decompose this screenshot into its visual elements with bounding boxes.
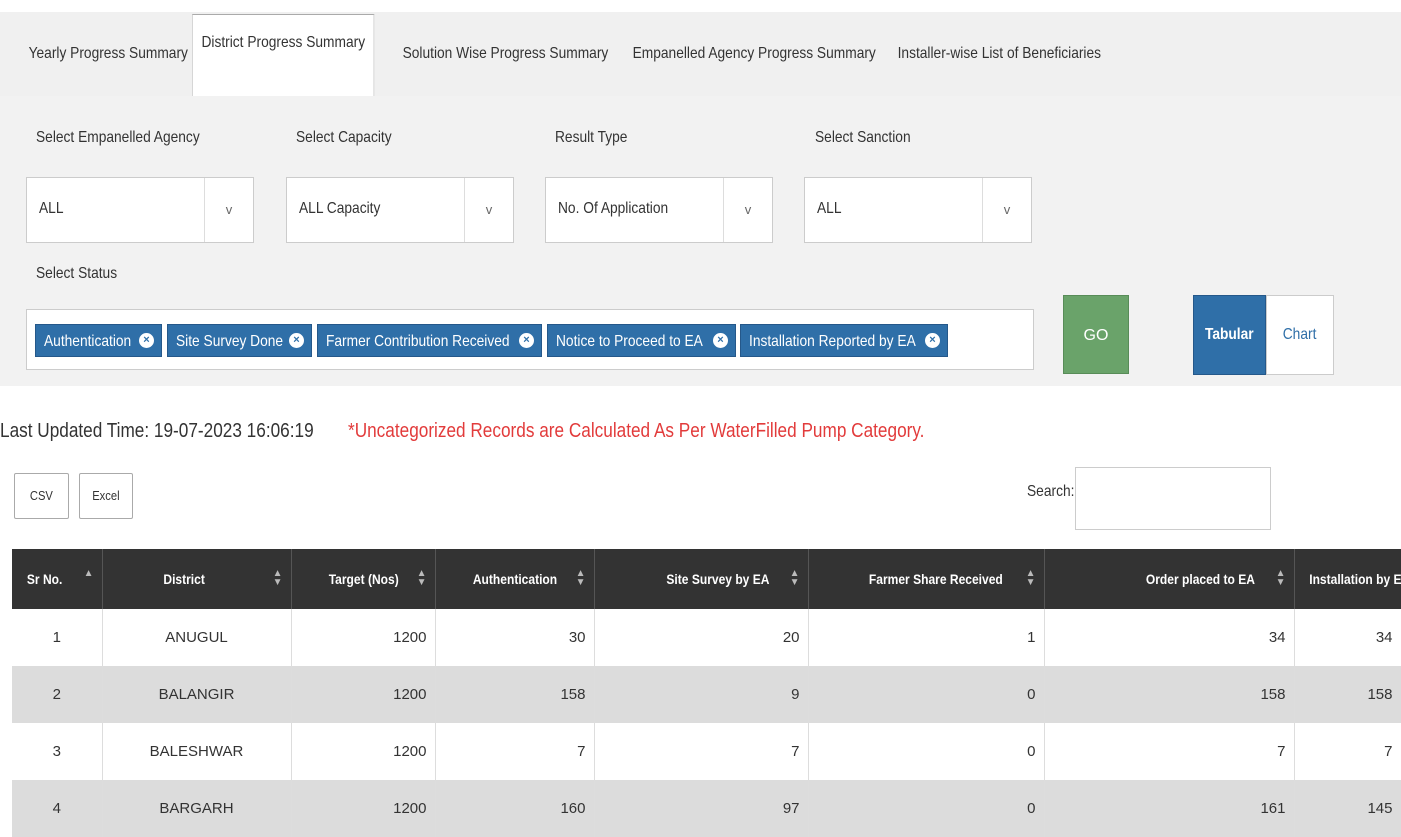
column-header-installation[interactable]: Installation by EA xyxy=(1294,549,1401,609)
cell-order-placed: 158 xyxy=(1044,666,1295,723)
column-header-authentication[interactable]: Authentication ▲ ▼ xyxy=(435,549,595,609)
cell-site-survey: 9 xyxy=(594,666,809,723)
tab-bar: Yearly Progress Summary District Progres… xyxy=(0,12,1401,97)
agency-label: Select Empanelled Agency xyxy=(36,129,200,146)
cell-district: BALANGIR xyxy=(102,666,292,723)
go-button[interactable]: GO xyxy=(1063,295,1129,374)
uncategorized-note: *Uncategorized Records are Calculated As… xyxy=(348,420,925,442)
cell-sr-no: 3 xyxy=(12,723,103,780)
close-circle-icon[interactable]: × xyxy=(289,333,304,348)
cell-farmer-share: 0 xyxy=(808,723,1045,780)
sort-icon: ▲ xyxy=(83,568,94,579)
result-type-label: Result Type xyxy=(555,129,628,146)
cell-installation: 7 xyxy=(1294,723,1401,780)
column-header-site-survey[interactable]: Site Survey by EA ▲ ▼ xyxy=(594,549,809,609)
close-circle-icon[interactable]: × xyxy=(713,333,728,348)
cell-installation: 158 xyxy=(1294,666,1401,723)
status-chip-farmer-contribution[interactable]: Farmer Contribution Received × xyxy=(317,324,542,357)
chevron-down-icon: v xyxy=(723,178,772,242)
close-circle-icon[interactable]: × xyxy=(925,333,940,348)
cell-site-survey: 20 xyxy=(594,609,809,666)
cell-order-placed: 7 xyxy=(1044,723,1295,780)
last-updated-text: Last Updated Time: 19-07-2023 16:06:19 xyxy=(0,420,314,442)
excel-button[interactable]: Excel xyxy=(79,473,133,519)
cell-farmer-share: 0 xyxy=(808,780,1045,837)
cell-sr-no: 4 xyxy=(12,780,103,837)
sanction-label: Select Sanction xyxy=(815,129,911,146)
tab-solution-wise-progress[interactable]: Solution Wise Progress Summary xyxy=(394,26,617,96)
tab-district-progress[interactable]: District Progress Summary xyxy=(192,14,375,97)
status-chip-installation-reported[interactable]: Installation Reported by EA × xyxy=(740,324,948,357)
cell-farmer-share: 0 xyxy=(808,666,1045,723)
cell-target: 1200 xyxy=(291,723,436,780)
search-input[interactable] xyxy=(1075,467,1271,530)
tab-empanelled-agency-progress[interactable]: Empanelled Agency Progress Summary xyxy=(624,26,884,96)
sanction-select[interactable]: ALL v xyxy=(804,177,1032,243)
column-header-sr-no[interactable]: Sr No. ▲ xyxy=(12,549,103,609)
sort-icon: ▲ ▼ xyxy=(272,568,283,588)
result-type-select[interactable]: No. Of Application v xyxy=(545,177,773,243)
agency-value: ALL xyxy=(39,200,64,217)
cell-district: ANUGUL xyxy=(102,609,292,666)
cell-authentication: 7 xyxy=(435,723,595,780)
cell-authentication: 30 xyxy=(435,609,595,666)
cell-sr-no: 2 xyxy=(12,666,103,723)
close-circle-icon[interactable]: × xyxy=(139,333,154,348)
table-row: 4 BARGARH 1200 160 97 0 161 145 xyxy=(12,780,1401,837)
cell-target: 1200 xyxy=(291,609,436,666)
cell-target: 1200 xyxy=(291,666,436,723)
chevron-down-icon: v xyxy=(204,178,253,242)
agency-select[interactable]: ALL v xyxy=(26,177,254,243)
result-type-value: No. Of Application xyxy=(558,200,669,217)
status-chip-notice-to-proceed[interactable]: Notice to Proceed to EA × xyxy=(547,324,736,357)
column-header-district[interactable]: District ▲ ▼ xyxy=(102,549,292,609)
capacity-select[interactable]: ALL Capacity v xyxy=(286,177,514,243)
cell-installation: 145 xyxy=(1294,780,1401,837)
status-chip-authentication[interactable]: Authentication × xyxy=(35,324,162,357)
sanction-value: ALL xyxy=(817,200,842,217)
sort-icon: ▲ ▼ xyxy=(1025,568,1036,588)
cell-farmer-share: 1 xyxy=(808,609,1045,666)
cell-site-survey: 7 xyxy=(594,723,809,780)
sort-icon: ▲ ▼ xyxy=(416,568,427,588)
cell-district: BALESHWAR xyxy=(102,723,292,780)
tab-installer-wise-list[interactable]: Installer-wise List of Beneficiaries xyxy=(889,26,1110,96)
table-row: 2 BALANGIR 1200 158 9 0 158 158 xyxy=(12,666,1401,723)
tab-yearly-progress[interactable]: Yearly Progress Summary xyxy=(20,26,197,96)
sort-icon: ▲ ▼ xyxy=(1275,568,1286,588)
table-row: 3 BALESHWAR 1200 7 7 0 7 7 xyxy=(12,723,1401,780)
table-header-row: Sr No. ▲ District ▲ ▼ Target (Nos) ▲ ▼ Authen… xyxy=(12,549,1401,609)
capacity-label: Select Capacity xyxy=(296,129,392,146)
cell-sr-no: 1 xyxy=(12,609,103,666)
tabular-view-button[interactable]: Tabular xyxy=(1193,295,1266,375)
column-header-target[interactable]: Target (Nos) ▲ ▼ xyxy=(291,549,436,609)
column-header-farmer-share[interactable]: Farmer Share Received ▲ ▼ xyxy=(808,549,1045,609)
chevron-down-icon: v xyxy=(464,178,513,242)
cell-order-placed: 34 xyxy=(1044,609,1295,666)
chart-view-button[interactable]: Chart xyxy=(1266,295,1334,375)
column-header-order-placed[interactable]: Order placed to EA ▲ ▼ xyxy=(1044,549,1295,609)
cell-installation: 34 xyxy=(1294,609,1401,666)
status-label: Select Status xyxy=(36,265,118,282)
status-chip-site-survey[interactable]: Site Survey Done × xyxy=(167,324,312,357)
chevron-down-icon: v xyxy=(982,178,1031,242)
cell-authentication: 158 xyxy=(435,666,595,723)
table-row: 1 ANUGUL 1200 30 20 1 34 34 xyxy=(12,609,1401,666)
cell-district: BARGARH xyxy=(102,780,292,837)
cell-authentication: 160 xyxy=(435,780,595,837)
sort-icon: ▲ ▼ xyxy=(789,568,800,588)
status-multiselect[interactable]: Authentication × Site Survey Done × Farm… xyxy=(26,309,1034,370)
cell-order-placed: 161 xyxy=(1044,780,1295,837)
sort-icon: ▲ ▼ xyxy=(575,568,586,588)
search-label: Search: xyxy=(1027,483,1075,500)
close-circle-icon[interactable]: × xyxy=(519,333,534,348)
district-progress-table: Sr No. ▲ District ▲ ▼ Target (Nos) ▲ ▼ Authen… xyxy=(12,549,1401,837)
csv-button[interactable]: CSV xyxy=(14,473,69,519)
cell-site-survey: 97 xyxy=(594,780,809,837)
cell-target: 1200 xyxy=(291,780,436,837)
capacity-value: ALL Capacity xyxy=(299,200,381,217)
